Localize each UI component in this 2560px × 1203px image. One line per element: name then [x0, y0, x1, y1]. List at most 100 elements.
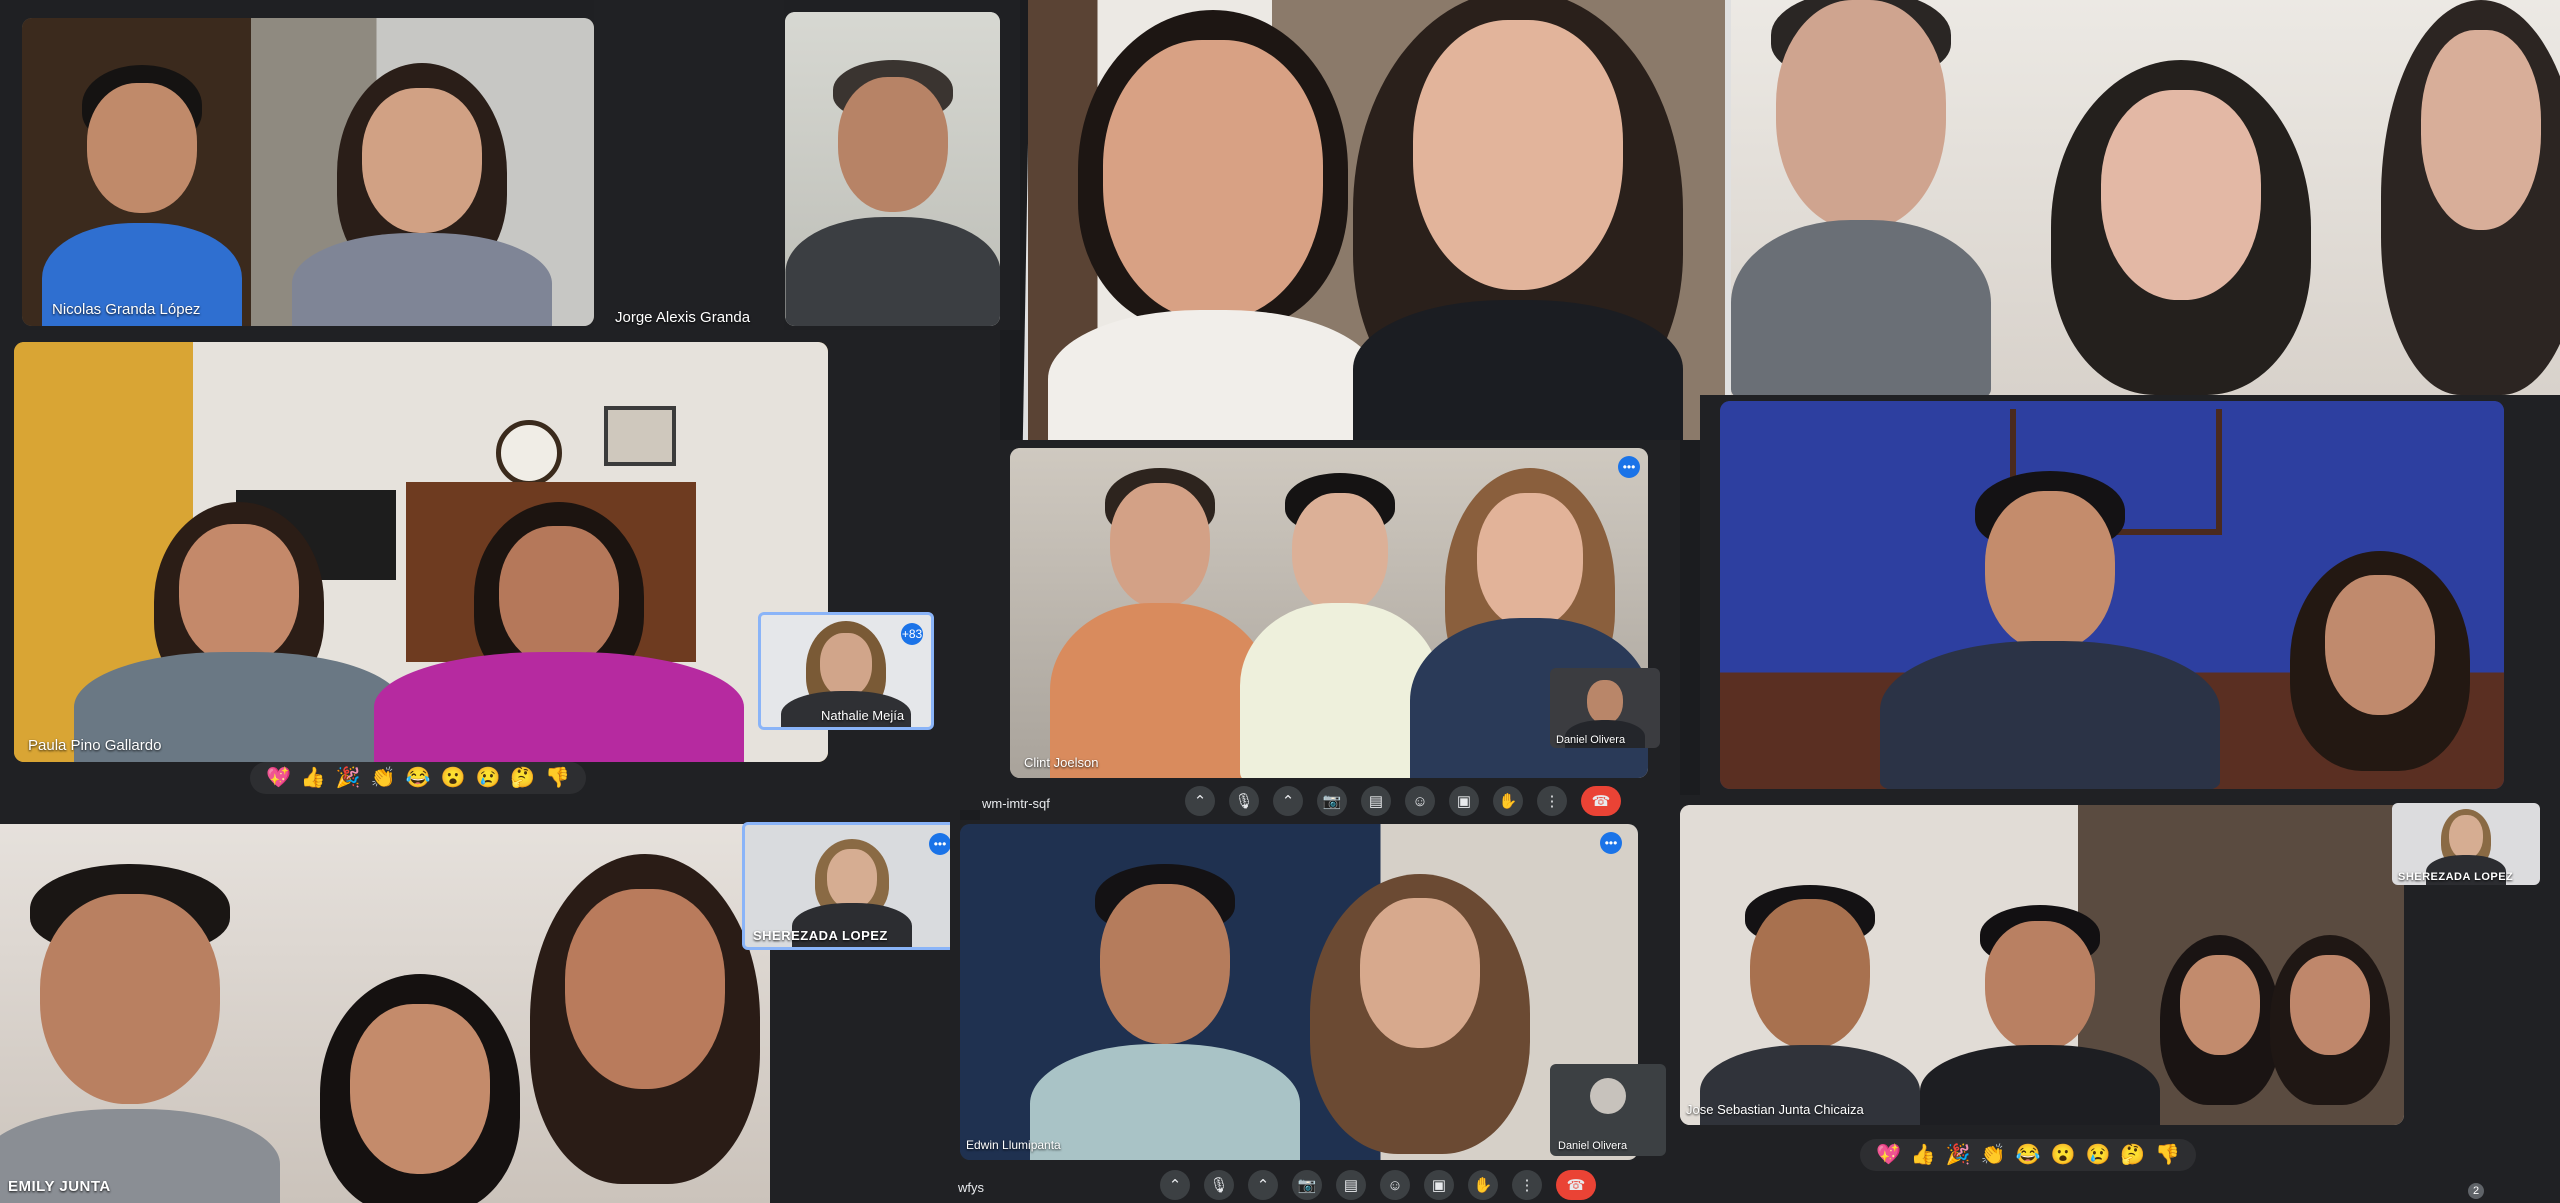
- video-tile-jose[interactable]: Jose Sebastian Junta Chicaiza: [1680, 805, 2404, 1125]
- more-options-icon[interactable]: •••: [929, 833, 951, 855]
- person-paula: [74, 502, 404, 762]
- person-mother: [282, 63, 562, 326]
- reaction-clap-icon[interactable]: 👏: [1981, 1145, 2006, 1165]
- reaction-thinking-icon[interactable]: 🤔: [510, 768, 535, 788]
- meeting-panel-mid-center: ••• Clint Joelson Daniel Olivera wm-imtr…: [980, 440, 1680, 820]
- meeting-panel-bottom-center: ••• Edwin Llumipanta Daniel Olivera wfys…: [950, 820, 1690, 1203]
- chevron-up-icon[interactable]: ⌃: [1248, 1170, 1278, 1200]
- participant-name: Jorge Alexis Granda: [615, 309, 751, 326]
- reaction-laugh-icon[interactable]: 😂: [406, 768, 431, 788]
- meeting-panel-mid-left: Paula Pino Gallardo +83 Nathalie Mejía 💖…: [0, 330, 1000, 810]
- person-jose: [1920, 905, 2160, 1125]
- self-view-sherezada[interactable]: SHEREZADA LOPEZ: [2392, 803, 2540, 885]
- video-tile-emily[interactable]: EMILY JUNTA: [0, 824, 770, 1203]
- raise-hand-icon[interactable]: ✋: [1468, 1170, 1498, 1200]
- call-controls: ⌃ 🎙 ⌃ 📷 ▤ ☺ ▣ ✋ ⋮ ☎: [1160, 1170, 1596, 1200]
- reaction-heart-icon[interactable]: 💖: [266, 768, 291, 788]
- more-options-icon[interactable]: •••: [1600, 832, 1622, 854]
- end-call-icon[interactable]: ☎: [1556, 1170, 1596, 1200]
- reaction-sad-icon[interactable]: 😢: [2085, 1145, 2110, 1165]
- present-icon[interactable]: ▣: [1449, 786, 1479, 816]
- reactions-bar: 💖 👍 🎉 👏 😂 😮 😢 🤔 👎: [1860, 1139, 2197, 1171]
- person-daughter: [1318, 0, 1718, 440]
- reaction-sad-icon[interactable]: 😢: [475, 768, 500, 788]
- raise-hand-icon[interactable]: ✋: [1493, 786, 1523, 816]
- emoji-icon[interactable]: ☺: [1380, 1170, 1410, 1200]
- video-tile-jorge[interactable]: [785, 12, 1000, 326]
- emoji-icon[interactable]: ☺: [1405, 786, 1435, 816]
- more-icon[interactable]: ⋮: [1512, 1170, 1542, 1200]
- captions-icon[interactable]: ▤: [1336, 1170, 1366, 1200]
- reaction-surprised-icon[interactable]: 😮: [2051, 1145, 2076, 1165]
- person-daughter: [374, 502, 744, 762]
- end-call-icon[interactable]: ☎: [1581, 786, 1621, 816]
- more-options-icon[interactable]: +83: [901, 623, 923, 645]
- person-clint: [1050, 468, 1270, 778]
- participant-name: Edwin Llumipanta: [966, 1138, 1061, 1152]
- reaction-thumbs-up-icon[interactable]: 👍: [1911, 1145, 1936, 1165]
- reaction-party-icon[interactable]: 🎉: [1946, 1145, 1971, 1165]
- chevron-up-icon[interactable]: ⌃: [1273, 786, 1303, 816]
- person-nicolas: [42, 65, 242, 326]
- captions-icon[interactable]: ▤: [1361, 786, 1391, 816]
- meeting-panel-bottom-right: Jose Sebastian Junta Chicaiza SHEREZADA …: [1680, 795, 2560, 1203]
- self-view-nathalie[interactable]: +83 Nathalie Mejía: [758, 612, 934, 730]
- more-icon[interactable]: ⋮: [1537, 786, 1567, 816]
- participant-name: SHEREZADA LOPEZ: [753, 928, 888, 943]
- reaction-surprised-icon[interactable]: 😮: [441, 768, 466, 788]
- self-view-sherezada[interactable]: ••• SHEREZADA LOPEZ: [742, 822, 960, 950]
- avatar: [1590, 1078, 1626, 1114]
- reaction-heart-icon[interactable]: 💖: [1876, 1145, 1901, 1165]
- participant-name: Nicolas Granda López: [52, 301, 201, 318]
- photo-family: [1731, 0, 2560, 395]
- reaction-thumbs-down-icon[interactable]: 👎: [545, 768, 570, 788]
- present-icon[interactable]: ▣: [1424, 1170, 1454, 1200]
- person-father: [1731, 0, 1991, 395]
- chevron-up-icon[interactable]: ⌃: [1160, 1170, 1190, 1200]
- meeting-panel-top-left: Nicolas Granda López Jorge Alexis Granda: [0, 0, 1020, 330]
- participant-name: Nathalie Mejía: [821, 708, 905, 723]
- person-father: [0, 864, 280, 1203]
- reaction-clap-icon[interactable]: 👏: [371, 768, 396, 788]
- reaction-thinking-icon[interactable]: 🤔: [2120, 1145, 2145, 1165]
- self-view-daniel[interactable]: Daniel Olivera: [1550, 668, 1660, 748]
- meeting-code: wm-imtr-sqf: [982, 796, 1050, 811]
- participant-name: Jose Sebastian Junta Chicaiza: [1686, 1102, 1864, 1117]
- mic-icon[interactable]: 🎙: [1204, 1170, 1234, 1200]
- chevron-up-icon[interactable]: ⌃: [1185, 786, 1215, 816]
- video-tile-edwin[interactable]: ••• Edwin Llumipanta: [960, 824, 1638, 1160]
- person-jose-father: [1700, 885, 1920, 1125]
- participant-name: Daniel Olivera: [1558, 1140, 1628, 1152]
- person-edwin: [1030, 864, 1300, 1160]
- video-tile-nicolas[interactable]: Nicolas Granda López: [22, 18, 594, 326]
- video-tile-family-blue[interactable]: [1720, 401, 2504, 789]
- meeting-code: wfys: [958, 1180, 984, 1195]
- person-mother: [2260, 551, 2500, 789]
- meeting-panel-bottom-left: EMILY JUNTA ••• SHEREZADA LOPEZ: [0, 810, 960, 1203]
- person-son: [1880, 471, 2220, 789]
- participant-name: Clint Joelson: [1024, 755, 1099, 770]
- participant-name: SHEREZADA LOPEZ: [2398, 871, 2514, 883]
- reaction-thumbs-down-icon[interactable]: 👎: [2155, 1145, 2180, 1165]
- mic-icon[interactable]: 🎙: [1229, 786, 1259, 816]
- participant-name: Paula Pino Gallardo: [28, 737, 162, 754]
- person-daughter: [2031, 60, 2331, 395]
- person-mother: [510, 854, 770, 1203]
- tile-gap: [594, 0, 784, 330]
- reaction-laugh-icon[interactable]: 😂: [2016, 1145, 2041, 1165]
- wall-frame: [604, 406, 676, 466]
- person-jorge: [785, 52, 1000, 326]
- more-options-icon[interactable]: •••: [1618, 456, 1640, 478]
- video-tile-paula[interactable]: Paula Pino Gallardo: [14, 342, 828, 762]
- photo-selfie: [1028, 0, 1725, 440]
- meeting-panel-mid-right: [1700, 395, 2560, 795]
- call-controls: ⌃ 🎙 ⌃ 📷 ▤ ☺ ▣ ✋ ⋮ ☎: [1185, 786, 1621, 816]
- camera-icon[interactable]: 📷: [1317, 786, 1347, 816]
- reactions-bar: 💖 👍 🎉 👏 😂 😮 😢 🤔 👎: [250, 762, 587, 794]
- camera-icon[interactable]: 📷: [1292, 1170, 1322, 1200]
- wall-clock-icon: [496, 420, 562, 486]
- self-view-daniel[interactable]: Daniel Olivera: [1550, 1064, 1666, 1156]
- person-wife: [1290, 874, 1550, 1160]
- reaction-thumbs-up-icon[interactable]: 👍: [301, 768, 326, 788]
- reaction-party-icon[interactable]: 🎉: [336, 768, 361, 788]
